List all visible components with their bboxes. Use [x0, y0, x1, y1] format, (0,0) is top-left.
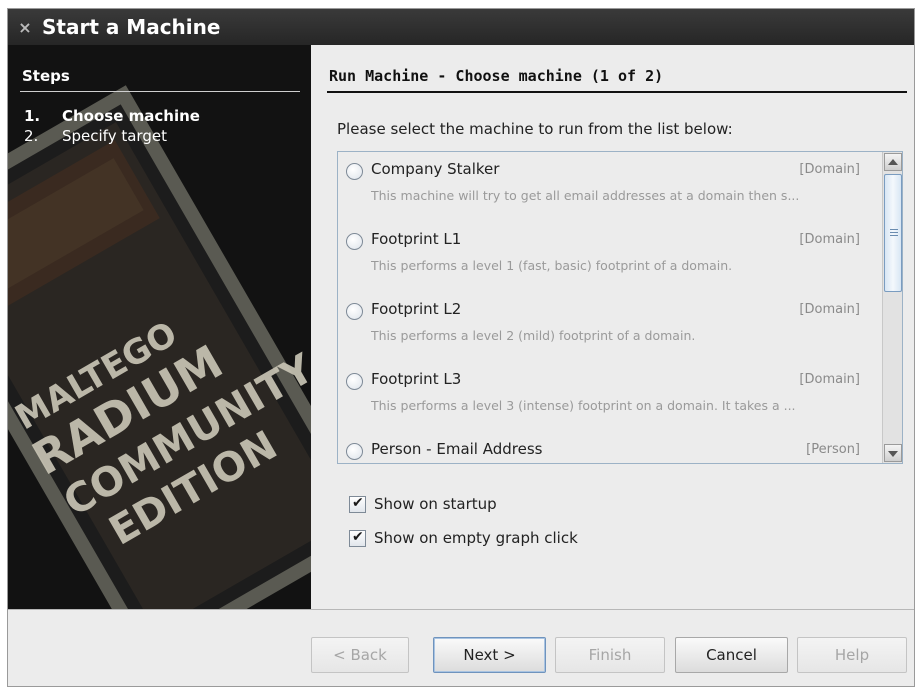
checkbox-label: Show on empty graph click [374, 529, 578, 547]
button-bar: < Back Next > Finish Cancel Help [8, 609, 914, 686]
radio-button[interactable] [346, 233, 363, 250]
step-specify-target: 2. Specify target [24, 127, 167, 145]
show-on-startup-option[interactable]: Show on startup [349, 495, 497, 513]
radio-button[interactable] [346, 443, 363, 460]
machine-description: This performs a level 2 (mild) footprint… [371, 328, 696, 343]
machine-name: Footprint L2 [371, 300, 462, 318]
machine-type-tag: [Domain] [799, 372, 860, 387]
next-button[interactable]: Next > [433, 637, 546, 673]
wizard-window: × Start a Machine MALTEGO RADIUM COMMUNI… [7, 8, 915, 687]
machine-type-tag: [Person] [806, 442, 860, 457]
machine-description: This machine will try to get all email a… [371, 188, 800, 203]
scroll-up-arrow-icon[interactable] [884, 153, 902, 171]
show-on-empty-graph-click-option[interactable]: Show on empty graph click [349, 529, 578, 547]
machine-name: Company Stalker [371, 160, 500, 178]
machine-type-tag: [Domain] [799, 302, 860, 317]
machine-type-tag: [Domain] [799, 232, 860, 247]
step-choose-machine: 1. Choose machine [24, 107, 200, 125]
steps-divider [20, 91, 300, 92]
panel-heading: Run Machine - Choose machine (1 of 2) [329, 67, 664, 85]
machine-item-person-email[interactable]: Person - Email Address [Person] [338, 432, 874, 463]
show-on-empty-graph-click-checkbox[interactable] [349, 529, 366, 547]
step-number: 1. [24, 107, 41, 125]
checkbox-label: Show on startup [374, 495, 497, 513]
machine-item-footprint-l1[interactable]: Footprint L1 [Domain] This performs a le… [338, 222, 874, 292]
heading-divider [327, 91, 907, 93]
radio-button[interactable] [346, 163, 363, 180]
window-title: Start a Machine [42, 15, 221, 39]
machine-list[interactable]: Company Stalker [Domain] This machine wi… [337, 151, 903, 464]
scroll-down-arrow-icon[interactable] [884, 444, 902, 462]
help-button[interactable]: Help [797, 637, 907, 673]
steps-sidebar: MALTEGO RADIUM COMMUNITY EDITION Steps 1… [8, 45, 311, 609]
back-button[interactable]: < Back [311, 637, 409, 673]
radio-button[interactable] [346, 373, 363, 390]
machine-name: Person - Email Address [371, 440, 543, 458]
scrollbar-thumb[interactable] [884, 174, 902, 292]
step-number: 2. [24, 127, 39, 145]
main-panel: Run Machine - Choose machine (1 of 2) Pl… [312, 45, 914, 609]
show-on-startup-checkbox[interactable] [349, 495, 366, 513]
finish-button[interactable]: Finish [555, 637, 665, 673]
machine-item-footprint-l3[interactable]: Footprint L3 [Domain] This performs a le… [338, 362, 874, 432]
machine-description: This performs a level 3 (intense) footpr… [371, 398, 796, 413]
machine-item-company-stalker[interactable]: Company Stalker [Domain] This machine wi… [338, 152, 874, 222]
close-icon[interactable]: × [8, 18, 42, 37]
grip-icon [890, 229, 898, 236]
machine-type-tag: [Domain] [799, 162, 860, 177]
machine-name: Footprint L3 [371, 370, 462, 388]
step-label: Choose machine [62, 107, 200, 125]
step-label: Specify target [62, 127, 167, 145]
instruction-text: Please select the machine to run from th… [337, 120, 733, 138]
cancel-button[interactable]: Cancel [675, 637, 788, 673]
title-bar: × Start a Machine [8, 9, 914, 45]
steps-heading: Steps [22, 67, 70, 85]
machine-description: This performs a level 1 (fast, basic) fo… [371, 258, 733, 273]
machine-item-footprint-l2[interactable]: Footprint L2 [Domain] This performs a le… [338, 292, 874, 362]
radio-button[interactable] [346, 303, 363, 320]
machine-name: Footprint L1 [371, 230, 462, 248]
machine-list-items: Company Stalker [Domain] This machine wi… [338, 152, 874, 463]
vertical-scrollbar[interactable] [882, 152, 902, 463]
